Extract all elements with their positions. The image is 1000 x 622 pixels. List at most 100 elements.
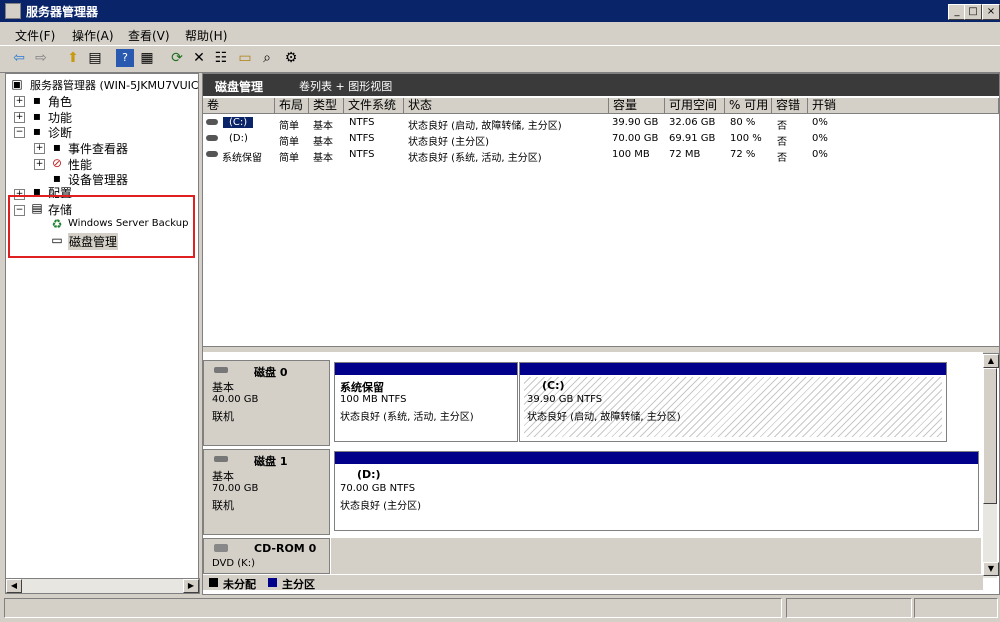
table-row[interactable]: 系统保留 简单 基本 NTFS 状态良好 (系统, 活动, 主分区) 100 M… bbox=[203, 147, 999, 164]
volume-type: 基本 bbox=[313, 153, 333, 164]
tree-item-root[interactable]: 服务器管理器 (WIN-5JKMU7VUIC bbox=[30, 77, 198, 93]
open-icon[interactable]: ▭ bbox=[236, 49, 254, 67]
legend-primary-label: 主分区 bbox=[282, 578, 315, 591]
legend: 未分配 主分区 bbox=[203, 575, 983, 591]
partition-status: 状态良好 (系统, 活动, 主分区) bbox=[340, 412, 474, 423]
volume-layout: 简单 bbox=[279, 121, 299, 132]
col-type[interactable]: 类型 bbox=[309, 98, 344, 114]
col-filesystem[interactable]: 文件系统 bbox=[344, 98, 404, 114]
scroll-up-icon[interactable]: ▲ bbox=[983, 354, 999, 368]
partition-detail: 100 MB NTFS bbox=[340, 394, 407, 405]
volume-capacity: 100 MB bbox=[612, 149, 650, 160]
col-percent-free[interactable]: % 可用 bbox=[725, 98, 772, 114]
disk-graphical-view: 磁盘 0 基本 40.00 GB 联机 系统保留 100 MB NTFS 状态良… bbox=[203, 352, 983, 591]
disk-size: 40.00 GB bbox=[212, 394, 259, 405]
content-title: 磁盘管理 bbox=[215, 80, 264, 94]
scroll-thumb[interactable] bbox=[983, 368, 997, 504]
partition-d[interactable]: (D:) 70.00 GB NTFS 状态良好 (主分区) bbox=[334, 451, 979, 531]
menu-help[interactable]: 帮助(H) bbox=[185, 27, 227, 44]
toolbar: ⇦ ⇨ ⬆ ▤ ? ▦ ⟳ ✕ ☷ ▭ ⌕ ⚙ bbox=[0, 45, 1000, 73]
expand-features-icon[interactable]: + bbox=[14, 112, 25, 123]
table-row[interactable]: (D:) 简单 基本 NTFS 状态良好 (主分区) 70.00 GB 69.9… bbox=[203, 131, 999, 148]
scroll-left-icon[interactable]: ◀ bbox=[6, 579, 22, 593]
search-icon[interactable]: ⌕ bbox=[258, 49, 276, 67]
col-status[interactable]: 状态 bbox=[404, 98, 609, 114]
partition-detail: 70.00 GB NTFS bbox=[340, 483, 416, 494]
content-header: 磁盘管理 卷列表 + 图形视图 bbox=[203, 74, 999, 96]
volume-free: 72 MB bbox=[669, 149, 701, 160]
volume-overhead: 0% bbox=[812, 133, 828, 144]
delete-icon[interactable]: ✕ bbox=[190, 49, 208, 67]
graphical-vertical-scrollbar[interactable]: ▲ ▼ bbox=[983, 354, 999, 578]
table-row[interactable]: (C:) 简单 基本 NTFS 状态良好 (启动, 故障转储, 主分区) 39.… bbox=[203, 115, 999, 132]
diagnostics-icon: ▪ bbox=[32, 124, 42, 138]
volume-fault: 否 bbox=[777, 121, 787, 132]
volume-drive-icon bbox=[206, 151, 218, 157]
disk-state: 联机 bbox=[212, 410, 234, 423]
partition-detail: 39.90 GB NTFS bbox=[527, 394, 603, 405]
console-icon[interactable]: ▦ bbox=[138, 49, 156, 67]
up-icon[interactable]: ⬆ bbox=[64, 49, 82, 67]
disk-0-label[interactable]: 磁盘 0 基本 40.00 GB 联机 bbox=[203, 360, 330, 446]
disk-type: 基本 bbox=[212, 470, 234, 483]
volume-free: 69.91 GB bbox=[669, 133, 716, 144]
cdrom-icon bbox=[214, 544, 228, 552]
forward-icon[interactable]: ⇨ bbox=[32, 49, 50, 67]
partition-status: 状态良好 (启动, 故障转储, 主分区) bbox=[527, 412, 681, 423]
col-fault-tolerance[interactable]: 容错 bbox=[772, 98, 808, 114]
legend-unallocated-label: 未分配 bbox=[223, 578, 256, 591]
disk-name: 磁盘 1 bbox=[254, 455, 288, 468]
menu-file[interactable]: 文件(F) bbox=[15, 27, 55, 44]
show-tree-icon[interactable]: ▤ bbox=[86, 49, 104, 67]
expand-event-viewer-icon[interactable]: + bbox=[34, 143, 45, 154]
partition-c[interactable]: (C:) 39.90 GB NTFS 状态良好 (启动, 故障转储, 主分区) bbox=[519, 362, 947, 442]
menu-action[interactable]: 操作(A) bbox=[72, 27, 114, 44]
scroll-right-icon[interactable]: ▶ bbox=[183, 579, 199, 593]
volume-capacity: 39.90 GB bbox=[612, 117, 659, 128]
tree-item-diagnostics[interactable]: 诊断 bbox=[48, 124, 72, 141]
close-button[interactable]: × bbox=[982, 4, 1000, 20]
maximize-button[interactable]: □ bbox=[964, 4, 982, 20]
col-capacity[interactable]: 容量 bbox=[609, 98, 665, 114]
expand-roles-icon[interactable]: + bbox=[14, 96, 25, 107]
title-bar: 服务器管理器 _ □ × bbox=[0, 0, 1000, 22]
volume-drive-icon bbox=[206, 119, 218, 125]
disk-state: 联机 bbox=[212, 499, 234, 512]
volume-fs: NTFS bbox=[349, 149, 375, 160]
tree-horizontal-scrollbar[interactable]: ◀ ▶ bbox=[5, 578, 200, 594]
tree-item-event-viewer[interactable]: 事件查看器 bbox=[68, 140, 128, 157]
disk-icon bbox=[214, 456, 228, 462]
properties-icon[interactable]: ☷ bbox=[212, 49, 230, 67]
col-layout[interactable]: 布局 bbox=[275, 98, 309, 114]
col-volume[interactable]: 卷 bbox=[203, 98, 275, 114]
scroll-down-icon[interactable]: ▼ bbox=[983, 562, 999, 576]
volume-fs: NTFS bbox=[349, 133, 375, 144]
server-manager-icon: ▣ bbox=[11, 77, 23, 91]
cdrom-type: DVD (K:) bbox=[212, 558, 255, 569]
status-pane-2 bbox=[786, 598, 912, 618]
help-icon[interactable]: ? bbox=[116, 49, 134, 67]
tree-item-device-manager[interactable]: 设备管理器 bbox=[68, 171, 128, 188]
volume-name: 系统保留 bbox=[222, 153, 262, 164]
collapse-diagnostics-icon[interactable]: − bbox=[14, 127, 25, 138]
back-icon[interactable]: ⇦ bbox=[10, 49, 28, 67]
performance-icon: ⊘ bbox=[51, 156, 63, 170]
col-overhead[interactable]: 开销 bbox=[808, 98, 999, 114]
refresh-icon[interactable]: ⟳ bbox=[168, 49, 186, 67]
settings-icon[interactable]: ⚙ bbox=[282, 49, 300, 67]
volume-status: 状态良好 (系统, 活动, 主分区) bbox=[408, 153, 542, 164]
highlight-annotation-box bbox=[8, 195, 195, 258]
legend-primary-swatch bbox=[268, 578, 277, 587]
col-free-space[interactable]: 可用空间 bbox=[665, 98, 725, 114]
cdrom-name: CD-ROM 0 bbox=[254, 542, 317, 555]
partition-name: (D:) bbox=[357, 468, 381, 481]
menu-view[interactable]: 查看(V) bbox=[128, 27, 170, 44]
cdrom-0-label[interactable]: CD-ROM 0 DVD (K:) bbox=[203, 538, 330, 574]
expand-performance-icon[interactable]: + bbox=[34, 159, 45, 170]
tree-item-roles[interactable]: 角色 bbox=[48, 93, 72, 110]
partition-system-reserved[interactable]: 系统保留 100 MB NTFS 状态良好 (系统, 活动, 主分区) bbox=[334, 362, 518, 442]
volume-overhead: 0% bbox=[812, 117, 828, 128]
disk-1-label[interactable]: 磁盘 1 基本 70.00 GB 联机 bbox=[203, 449, 330, 535]
legend-unallocated-swatch bbox=[209, 578, 218, 587]
partition-name: 系统保留 bbox=[340, 381, 384, 394]
